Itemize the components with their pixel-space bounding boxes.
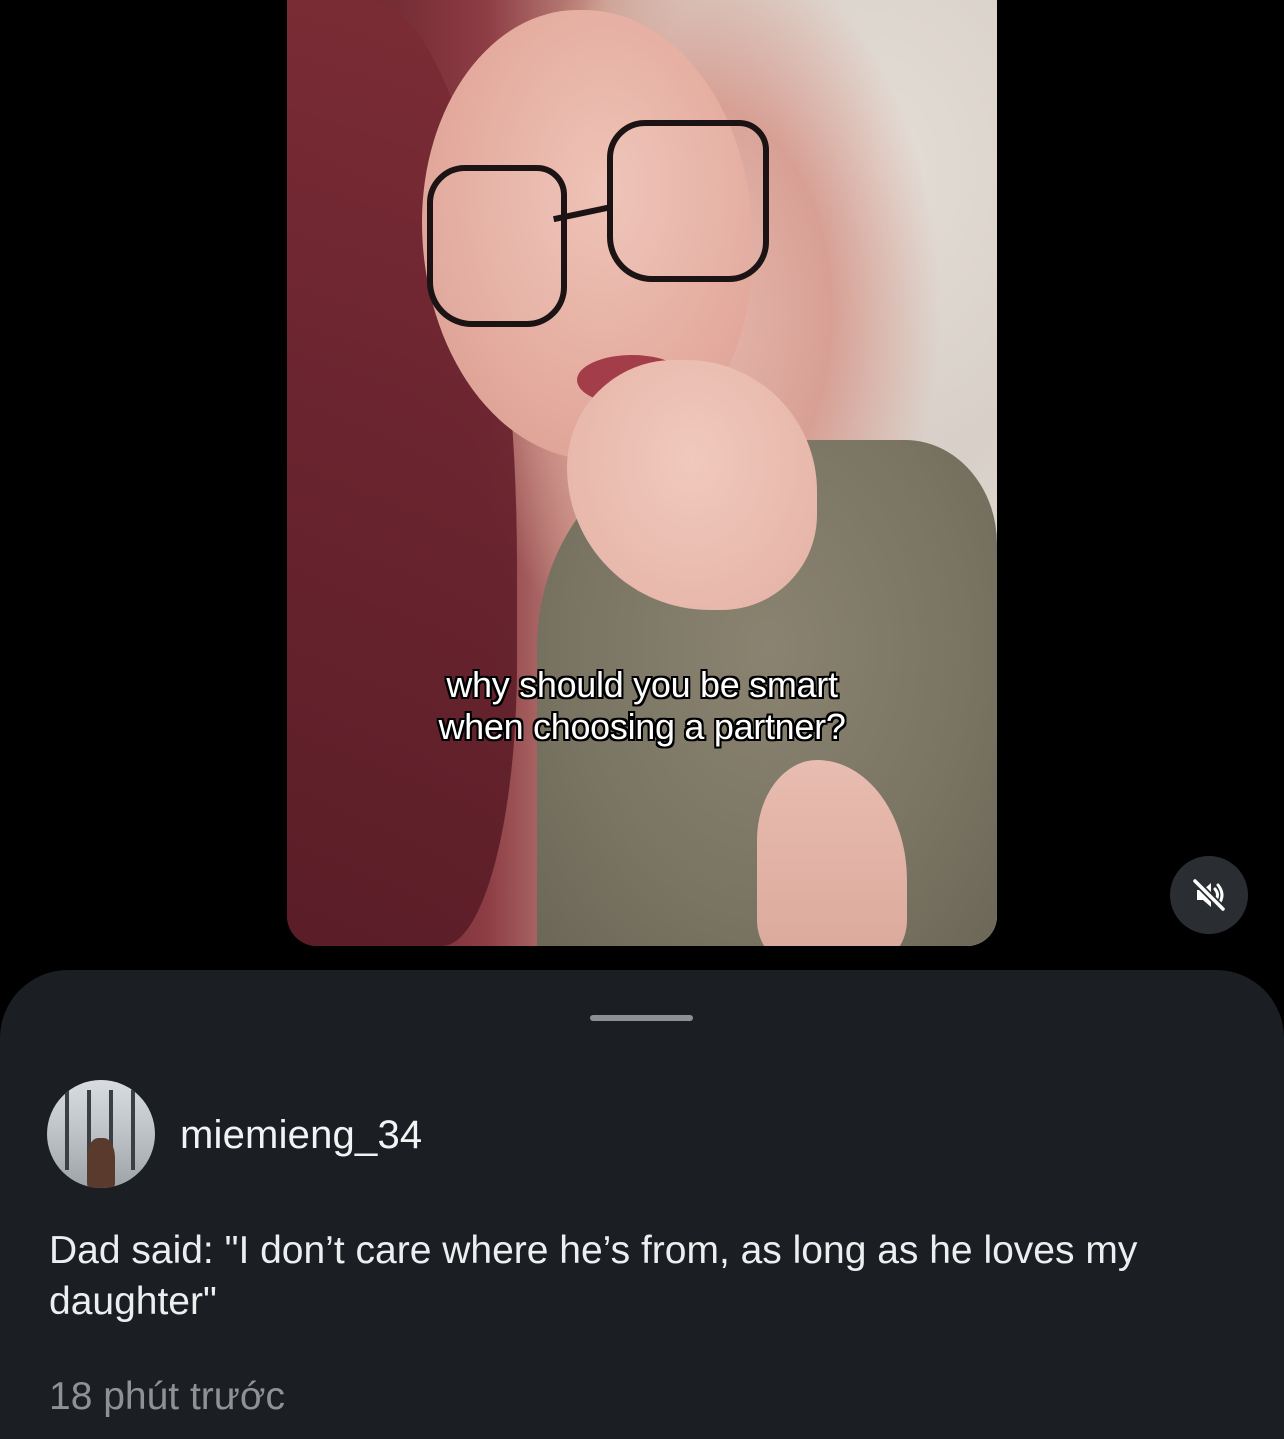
video-caption: why should you be smart when choosing a … <box>287 664 997 748</box>
app-screen: why should you be smart when choosing a … <box>0 0 1284 1439</box>
video-frame-glasses-left <box>427 165 567 327</box>
avatar-person <box>87 1138 115 1188</box>
speaker-muted-icon <box>1191 877 1227 913</box>
comment-timestamp: 18 phút trước <box>49 1375 285 1418</box>
video-frame-glasses-right <box>607 120 769 282</box>
sheet-drag-handle[interactable] <box>590 1015 693 1021</box>
avatar-window-bar <box>131 1090 135 1170</box>
mute-toggle-button[interactable] <box>1170 856 1248 934</box>
comment-author-username[interactable]: miemieng_34 <box>180 1110 422 1160</box>
video-caption-line-2: when choosing a partner? <box>438 706 846 747</box>
video-player[interactable]: why should you be smart when choosing a … <box>287 0 997 946</box>
avatar[interactable] <box>47 1080 155 1188</box>
video-caption-line-1: why should you be smart <box>446 664 838 705</box>
comment-sheet: miemieng_34 Dad said: "I don’t care wher… <box>0 970 1284 1439</box>
avatar-window-bar <box>65 1090 69 1170</box>
comment-text: Dad said: "I don’t care where he’s from,… <box>49 1229 1138 1323</box>
